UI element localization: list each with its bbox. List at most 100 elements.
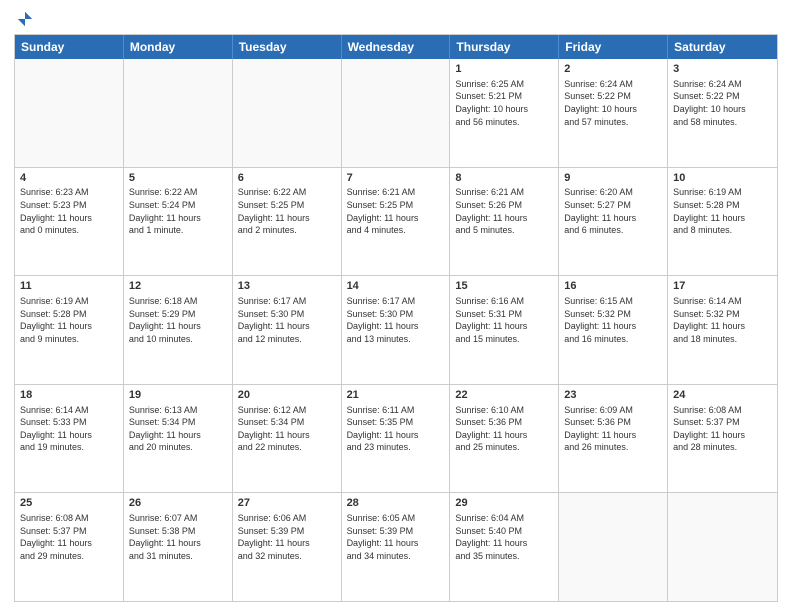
calendar-cell (15, 59, 124, 167)
day-number: 5 (129, 171, 227, 186)
header-day: Wednesday (342, 35, 451, 59)
calendar-cell: 22Sunrise: 6:10 AM Sunset: 5:36 PM Dayli… (450, 385, 559, 493)
day-number: 15 (455, 279, 553, 294)
day-number: 16 (564, 279, 662, 294)
calendar-cell: 4Sunrise: 6:23 AM Sunset: 5:23 PM Daylig… (15, 168, 124, 276)
day-number: 19 (129, 388, 227, 403)
cell-info: Sunrise: 6:10 AM Sunset: 5:36 PM Dayligh… (455, 404, 553, 454)
cell-info: Sunrise: 6:12 AM Sunset: 5:34 PM Dayligh… (238, 404, 336, 454)
calendar-cell: 29Sunrise: 6:04 AM Sunset: 5:40 PM Dayli… (450, 493, 559, 601)
calendar-cell: 12Sunrise: 6:18 AM Sunset: 5:29 PM Dayli… (124, 276, 233, 384)
calendar-cell: 7Sunrise: 6:21 AM Sunset: 5:25 PM Daylig… (342, 168, 451, 276)
calendar-cell (124, 59, 233, 167)
calendar-row: 4Sunrise: 6:23 AM Sunset: 5:23 PM Daylig… (15, 168, 777, 277)
cell-info: Sunrise: 6:20 AM Sunset: 5:27 PM Dayligh… (564, 186, 662, 236)
calendar-cell: 15Sunrise: 6:16 AM Sunset: 5:31 PM Dayli… (450, 276, 559, 384)
calendar-cell (668, 493, 777, 601)
cell-info: Sunrise: 6:14 AM Sunset: 5:33 PM Dayligh… (20, 404, 118, 454)
cell-info: Sunrise: 6:22 AM Sunset: 5:25 PM Dayligh… (238, 186, 336, 236)
day-number: 1 (455, 62, 553, 77)
day-number: 4 (20, 171, 118, 186)
cell-info: Sunrise: 6:23 AM Sunset: 5:23 PM Dayligh… (20, 186, 118, 236)
header-day: Friday (559, 35, 668, 59)
day-number: 28 (347, 496, 445, 511)
day-number: 11 (20, 279, 118, 294)
day-number: 18 (20, 388, 118, 403)
cell-info: Sunrise: 6:05 AM Sunset: 5:39 PM Dayligh… (347, 512, 445, 562)
day-number: 12 (129, 279, 227, 294)
day-number: 10 (673, 171, 772, 186)
calendar-cell: 28Sunrise: 6:05 AM Sunset: 5:39 PM Dayli… (342, 493, 451, 601)
calendar-cell: 6Sunrise: 6:22 AM Sunset: 5:25 PM Daylig… (233, 168, 342, 276)
header-day: Sunday (15, 35, 124, 59)
cell-info: Sunrise: 6:22 AM Sunset: 5:24 PM Dayligh… (129, 186, 227, 236)
day-number: 8 (455, 171, 553, 186)
calendar-cell: 3Sunrise: 6:24 AM Sunset: 5:22 PM Daylig… (668, 59, 777, 167)
day-number: 24 (673, 388, 772, 403)
calendar-row: 11Sunrise: 6:19 AM Sunset: 5:28 PM Dayli… (15, 276, 777, 385)
day-number: 2 (564, 62, 662, 77)
header-day: Tuesday (233, 35, 342, 59)
logo-icon (16, 10, 34, 28)
cell-info: Sunrise: 6:21 AM Sunset: 5:25 PM Dayligh… (347, 186, 445, 236)
cell-info: Sunrise: 6:08 AM Sunset: 5:37 PM Dayligh… (20, 512, 118, 562)
calendar-cell (559, 493, 668, 601)
day-number: 22 (455, 388, 553, 403)
calendar-cell: 27Sunrise: 6:06 AM Sunset: 5:39 PM Dayli… (233, 493, 342, 601)
cell-info: Sunrise: 6:19 AM Sunset: 5:28 PM Dayligh… (673, 186, 772, 236)
calendar-cell: 1Sunrise: 6:25 AM Sunset: 5:21 PM Daylig… (450, 59, 559, 167)
day-number: 26 (129, 496, 227, 511)
cell-info: Sunrise: 6:24 AM Sunset: 5:22 PM Dayligh… (673, 78, 772, 128)
cell-info: Sunrise: 6:15 AM Sunset: 5:32 PM Dayligh… (564, 295, 662, 345)
cell-info: Sunrise: 6:08 AM Sunset: 5:37 PM Dayligh… (673, 404, 772, 454)
day-number: 21 (347, 388, 445, 403)
day-number: 29 (455, 496, 553, 511)
cell-info: Sunrise: 6:19 AM Sunset: 5:28 PM Dayligh… (20, 295, 118, 345)
calendar-cell: 20Sunrise: 6:12 AM Sunset: 5:34 PM Dayli… (233, 385, 342, 493)
calendar-cell: 26Sunrise: 6:07 AM Sunset: 5:38 PM Dayli… (124, 493, 233, 601)
cell-info: Sunrise: 6:07 AM Sunset: 5:38 PM Dayligh… (129, 512, 227, 562)
calendar-cell: 19Sunrise: 6:13 AM Sunset: 5:34 PM Dayli… (124, 385, 233, 493)
cell-info: Sunrise: 6:17 AM Sunset: 5:30 PM Dayligh… (347, 295, 445, 345)
cell-info: Sunrise: 6:17 AM Sunset: 5:30 PM Dayligh… (238, 295, 336, 345)
cell-info: Sunrise: 6:14 AM Sunset: 5:32 PM Dayligh… (673, 295, 772, 345)
header-day: Thursday (450, 35, 559, 59)
day-number: 23 (564, 388, 662, 403)
day-number: 6 (238, 171, 336, 186)
day-number: 3 (673, 62, 772, 77)
day-number: 25 (20, 496, 118, 511)
calendar-cell: 23Sunrise: 6:09 AM Sunset: 5:36 PM Dayli… (559, 385, 668, 493)
calendar: SundayMondayTuesdayWednesdayThursdayFrid… (14, 34, 778, 602)
calendar-cell (233, 59, 342, 167)
calendar-cell: 14Sunrise: 6:17 AM Sunset: 5:30 PM Dayli… (342, 276, 451, 384)
day-number: 20 (238, 388, 336, 403)
calendar-cell: 24Sunrise: 6:08 AM Sunset: 5:37 PM Dayli… (668, 385, 777, 493)
cell-info: Sunrise: 6:21 AM Sunset: 5:26 PM Dayligh… (455, 186, 553, 236)
calendar-cell: 17Sunrise: 6:14 AM Sunset: 5:32 PM Dayli… (668, 276, 777, 384)
header-day: Saturday (668, 35, 777, 59)
logo (14, 10, 34, 28)
cell-info: Sunrise: 6:25 AM Sunset: 5:21 PM Dayligh… (455, 78, 553, 128)
cell-info: Sunrise: 6:11 AM Sunset: 5:35 PM Dayligh… (347, 404, 445, 454)
calendar-cell: 25Sunrise: 6:08 AM Sunset: 5:37 PM Dayli… (15, 493, 124, 601)
cell-info: Sunrise: 6:24 AM Sunset: 5:22 PM Dayligh… (564, 78, 662, 128)
calendar-cell: 10Sunrise: 6:19 AM Sunset: 5:28 PM Dayli… (668, 168, 777, 276)
calendar-header: SundayMondayTuesdayWednesdayThursdayFrid… (15, 35, 777, 59)
calendar-cell: 21Sunrise: 6:11 AM Sunset: 5:35 PM Dayli… (342, 385, 451, 493)
calendar-cell: 13Sunrise: 6:17 AM Sunset: 5:30 PM Dayli… (233, 276, 342, 384)
calendar-cell (342, 59, 451, 167)
day-number: 17 (673, 279, 772, 294)
calendar-cell: 11Sunrise: 6:19 AM Sunset: 5:28 PM Dayli… (15, 276, 124, 384)
cell-info: Sunrise: 6:06 AM Sunset: 5:39 PM Dayligh… (238, 512, 336, 562)
calendar-cell: 8Sunrise: 6:21 AM Sunset: 5:26 PM Daylig… (450, 168, 559, 276)
calendar-body: 1Sunrise: 6:25 AM Sunset: 5:21 PM Daylig… (15, 59, 777, 601)
cell-info: Sunrise: 6:13 AM Sunset: 5:34 PM Dayligh… (129, 404, 227, 454)
calendar-row: 18Sunrise: 6:14 AM Sunset: 5:33 PM Dayli… (15, 385, 777, 494)
calendar-cell: 2Sunrise: 6:24 AM Sunset: 5:22 PM Daylig… (559, 59, 668, 167)
calendar-cell: 16Sunrise: 6:15 AM Sunset: 5:32 PM Dayli… (559, 276, 668, 384)
cell-info: Sunrise: 6:16 AM Sunset: 5:31 PM Dayligh… (455, 295, 553, 345)
calendar-row: 1Sunrise: 6:25 AM Sunset: 5:21 PM Daylig… (15, 59, 777, 168)
day-number: 13 (238, 279, 336, 294)
day-number: 14 (347, 279, 445, 294)
cell-info: Sunrise: 6:18 AM Sunset: 5:29 PM Dayligh… (129, 295, 227, 345)
